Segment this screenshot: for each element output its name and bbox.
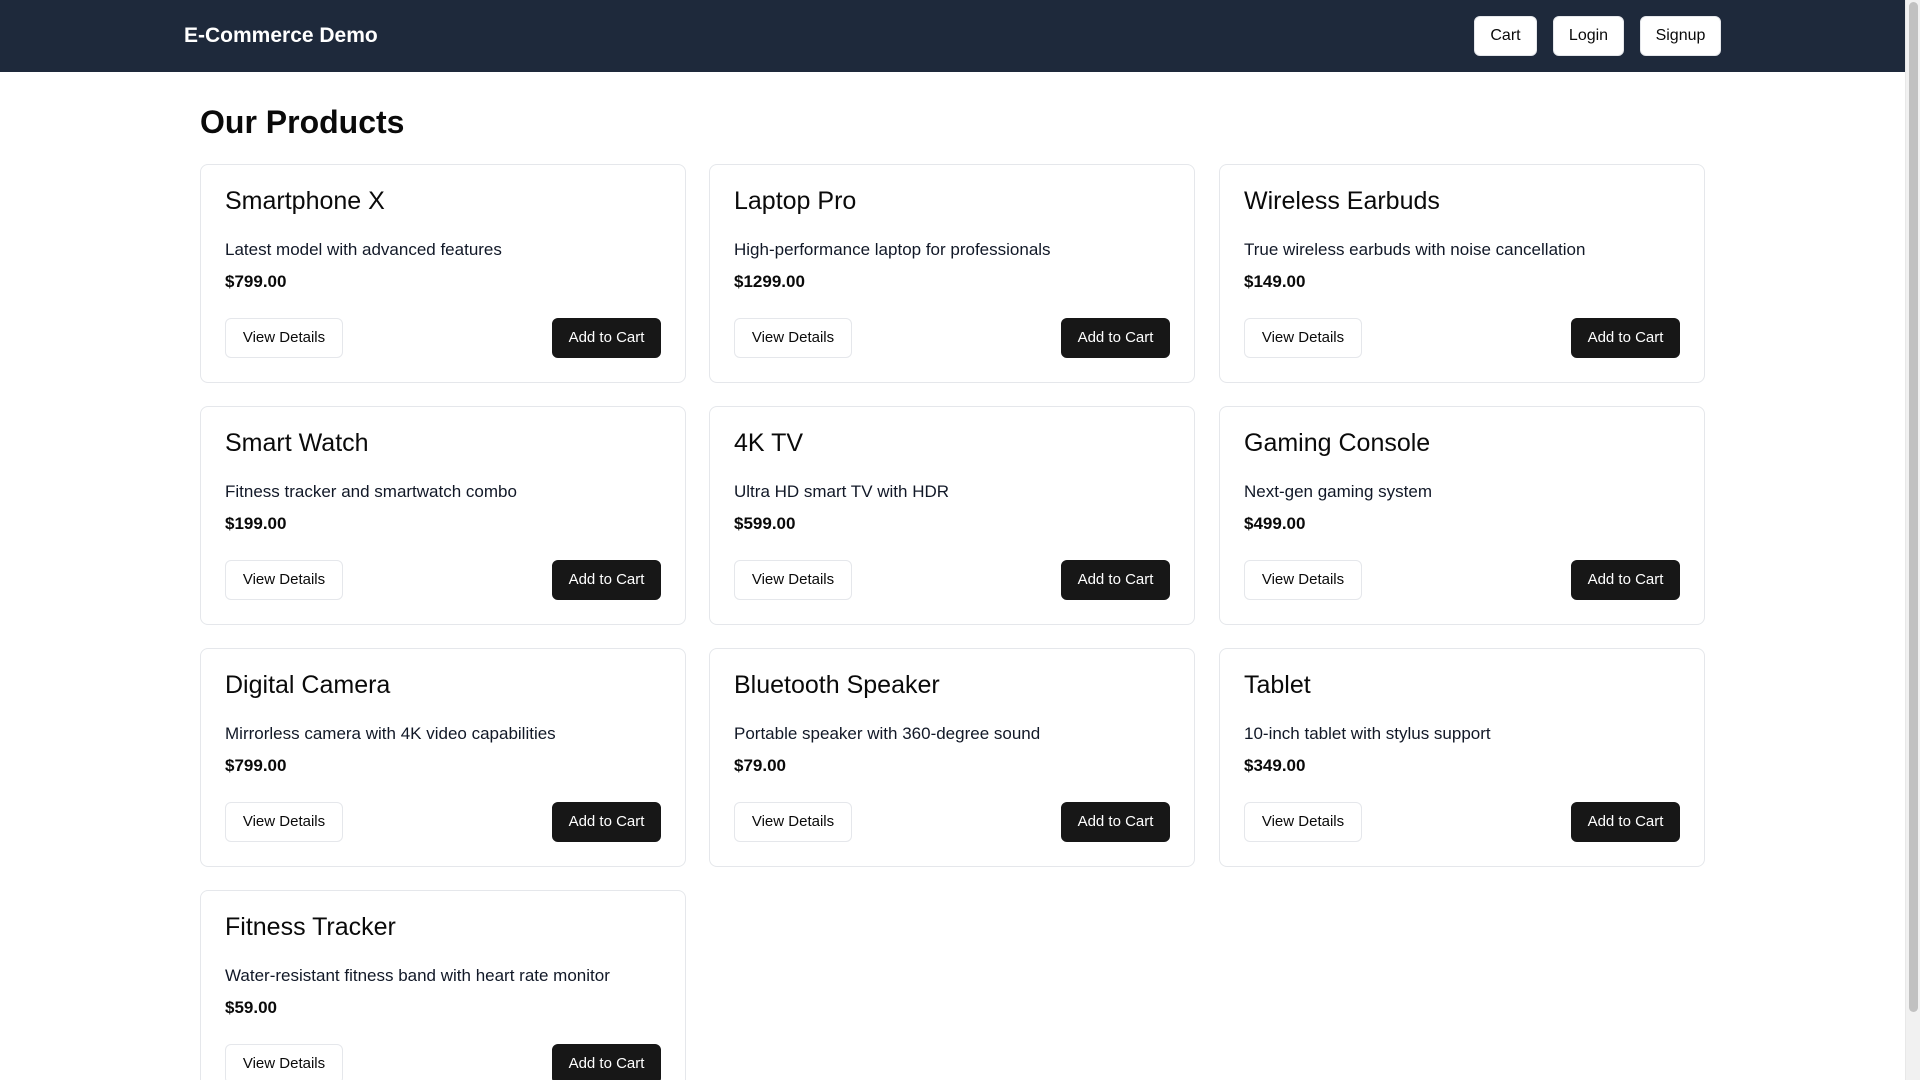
vertical-scrollbar[interactable] bbox=[1905, 0, 1920, 1080]
product-card: Smart Watch Fitness tracker and smartwat… bbox=[200, 406, 686, 625]
cart-button[interactable]: Cart bbox=[1474, 16, 1537, 56]
view-details-button[interactable]: View Details bbox=[734, 802, 852, 842]
product-price: $349.00 bbox=[1244, 756, 1306, 775]
view-details-button[interactable]: View Details bbox=[1244, 318, 1362, 358]
product-card: Laptop Pro High-performance laptop for p… bbox=[709, 164, 1195, 383]
product-price: $799.00 bbox=[225, 756, 287, 775]
product-description: Ultra HD smart TV with HDR bbox=[734, 482, 950, 501]
product-name: Tablet bbox=[1244, 671, 1311, 699]
product-description: Next-gen gaming system bbox=[1244, 482, 1433, 501]
product-card: Bluetooth Speaker Portable speaker with … bbox=[709, 648, 1195, 867]
product-description: Latest model with advanced features bbox=[225, 240, 502, 259]
view-details-button[interactable]: View Details bbox=[734, 560, 852, 600]
scrollbar-thumb[interactable] bbox=[1909, 2, 1918, 1012]
add-to-cart-button[interactable]: Add to Cart bbox=[1061, 318, 1170, 358]
add-to-cart-button[interactable]: Add to Cart bbox=[1571, 318, 1680, 358]
add-to-cart-button[interactable]: Add to Cart bbox=[552, 802, 661, 842]
product-name: Smart Watch bbox=[225, 429, 369, 457]
product-description: True wireless earbuds with noise cancell… bbox=[1244, 240, 1586, 259]
product-name: Laptop Pro bbox=[734, 187, 857, 215]
page: E-Commerce Demo Cart Login Signup Our Pr… bbox=[0, 0, 1920, 1080]
product-price: $59.00 bbox=[225, 998, 277, 1017]
view-details-button[interactable]: View Details bbox=[225, 802, 343, 842]
product-description: Fitness tracker and smartwatch combo bbox=[225, 482, 517, 501]
product-card: Digital Camera Mirrorless camera with 4K… bbox=[200, 648, 686, 867]
product-card: Wireless Earbuds True wireless earbuds w… bbox=[1219, 164, 1705, 383]
product-price: $599.00 bbox=[734, 514, 796, 533]
product-price: $1299.00 bbox=[734, 272, 805, 291]
add-to-cart-button[interactable]: Add to Cart bbox=[1061, 802, 1170, 842]
product-description: Mirrorless camera with 4K video capabili… bbox=[225, 724, 556, 743]
product-card: 4K TV Ultra HD smart TV with HDR $599.00… bbox=[709, 406, 1195, 625]
product-price: $799.00 bbox=[225, 272, 287, 291]
product-card: Fitness Tracker Water-resistant fitness … bbox=[200, 890, 686, 1080]
product-price: $199.00 bbox=[225, 514, 287, 533]
view-details-button[interactable]: View Details bbox=[225, 318, 343, 358]
add-to-cart-button[interactable]: Add to Cart bbox=[1061, 560, 1170, 600]
product-name: Smartphone X bbox=[225, 187, 385, 215]
product-card: Gaming Console Next-gen gaming system $4… bbox=[1219, 406, 1705, 625]
add-to-cart-button[interactable]: Add to Cart bbox=[552, 1044, 661, 1080]
product-name: Gaming Console bbox=[1244, 429, 1431, 457]
navbar: E-Commerce Demo Cart Login Signup bbox=[0, 0, 1905, 72]
product-description: Portable speaker with 360-degree sound bbox=[734, 724, 1041, 743]
product-name: Fitness Tracker bbox=[225, 913, 396, 941]
add-to-cart-button[interactable]: Add to Cart bbox=[552, 318, 661, 358]
view-details-button[interactable]: View Details bbox=[1244, 560, 1362, 600]
brand-logo[interactable]: E-Commerce Demo bbox=[184, 22, 378, 50]
product-description: 10-inch tablet with stylus support bbox=[1244, 724, 1491, 743]
login-button[interactable]: Login bbox=[1553, 16, 1624, 56]
product-name: 4K TV bbox=[734, 429, 804, 457]
product-card: Smartphone X Latest model with advanced … bbox=[200, 164, 686, 383]
product-name: Wireless Earbuds bbox=[1244, 187, 1440, 215]
view-details-button[interactable]: View Details bbox=[1244, 802, 1362, 842]
product-description: Water-resistant fitness band with heart … bbox=[225, 966, 610, 985]
view-details-button[interactable]: View Details bbox=[225, 560, 343, 600]
product-name: Digital Camera bbox=[225, 671, 391, 699]
view-details-button[interactable]: View Details bbox=[734, 318, 852, 358]
add-to-cart-button[interactable]: Add to Cart bbox=[1571, 802, 1680, 842]
product-card: Tablet 10-inch tablet with stylus suppor… bbox=[1219, 648, 1705, 867]
signup-button[interactable]: Signup bbox=[1640, 16, 1721, 56]
product-price: $79.00 bbox=[734, 756, 786, 775]
add-to-cart-button[interactable]: Add to Cart bbox=[552, 560, 661, 600]
page-title: Our Products bbox=[200, 104, 405, 140]
add-to-cart-button[interactable]: Add to Cart bbox=[1571, 560, 1680, 600]
product-price: $499.00 bbox=[1244, 514, 1306, 533]
product-name: Bluetooth Speaker bbox=[734, 671, 940, 699]
product-price: $149.00 bbox=[1244, 272, 1306, 291]
view-details-button[interactable]: View Details bbox=[225, 1044, 343, 1080]
product-description: High-performance laptop for professional… bbox=[734, 240, 1051, 259]
